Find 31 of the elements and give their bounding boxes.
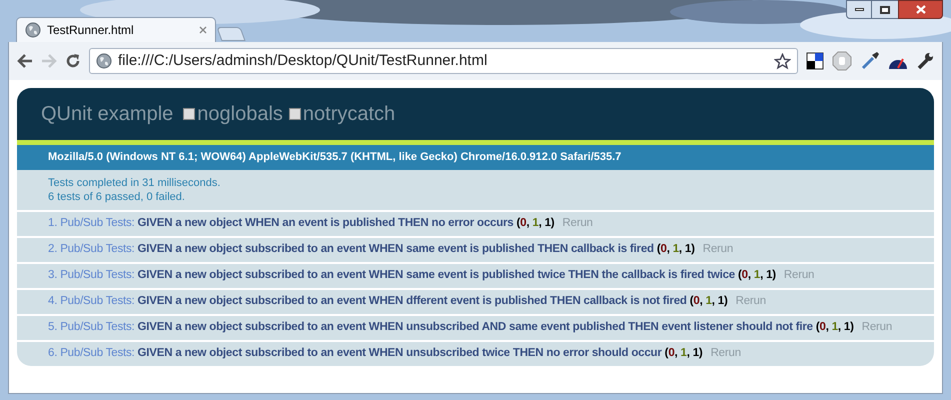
address-text: file:///C:/Users/adminsh/Desktop/QUnit/TestRunner.html: [118, 50, 488, 71]
page-icon: [96, 53, 112, 69]
page-title: QUnit example: [41, 102, 174, 127]
option-label: notrycatch: [302, 102, 396, 127]
minimize-button[interactable]: [846, 0, 872, 19]
address-bar[interactable]: file:///C:/Users/adminsh/Desktop/QUnit/TestRunner.html: [89, 48, 798, 74]
close-icon: [916, 5, 926, 14]
browser-tab[interactable]: TestRunner.html: [16, 17, 216, 42]
star-icon[interactable]: [774, 52, 791, 70]
user-agent-bar: Mozilla/5.0 (Windows NT 6.1; WOW64) AppleWebKit/535.7 (KHTML, like Gecko) Chrome/16.0.912.0 Safari/535.7: [17, 145, 934, 170]
globe-icon: [25, 22, 41, 38]
test-title[interactable]: 3. Pub/Sub Tests: GIVEN a new object subscribed to an event WHEN same event is published twice THEN the callback is fired twice (0, 1, 1): [48, 267, 776, 285]
result-text: 6 tests of 6 passed, 0 failed.: [48, 190, 186, 204]
test-title[interactable]: 2. Pub/Sub Tests: GIVEN a new object subscribed to an event WHEN same event is published THEN callback is fired (0, 1, 1): [48, 241, 695, 259]
tab-title: TestRunner.html: [47, 22, 135, 39]
close-button[interactable]: [898, 0, 943, 19]
test-title[interactable]: 4. Pub/Sub Tests: GIVEN a new object subscribed to an event WHEN dfferent event is published THEN callback is not fired (0, 1, 1): [48, 293, 728, 311]
test-title[interactable]: 6. Pub/Sub Tests: GIVEN a new object subscribed to an event WHEN unsubscribed twice THEN no error should occur (0, 1, 1): [48, 345, 703, 363]
close-icon[interactable]: [199, 26, 207, 34]
option-label: noglobals: [197, 102, 283, 127]
back-icon[interactable]: [17, 54, 33, 68]
checkbox[interactable]: [183, 108, 196, 120]
result-text: Tests completed in 31 milliseconds.: [48, 176, 222, 190]
maximize-button[interactable]: [872, 0, 898, 19]
test-title[interactable]: 5. Pub/Sub Tests: GIVEN a new object subscribed to an event WHEN unsubscribed AND same event published THEN event listener should not fire (0, 1, 1): [48, 319, 854, 337]
checkbox[interactable]: [288, 108, 301, 120]
reload-icon[interactable]: [65, 53, 81, 69]
eyedropper-icon[interactable]: [860, 51, 880, 71]
test-title[interactable]: 1. Pub/Sub Tests: GIVEN a new object WHEN an event is published THEN no error occurs (0, 1, 1): [48, 215, 554, 233]
wrench-icon[interactable]: [916, 52, 934, 70]
extension-icon[interactable]: [806, 52, 824, 70]
